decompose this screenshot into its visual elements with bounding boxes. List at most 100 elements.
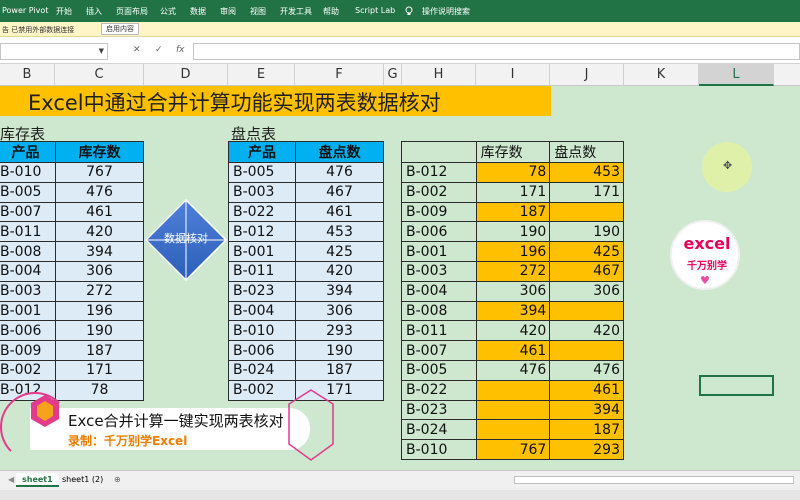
formula-input[interactable]	[193, 43, 800, 60]
merged-product-cell[interactable]: B-009	[401, 201, 477, 223]
merged-inventory-cell[interactable]: 767	[475, 439, 551, 460]
merged-count-cell[interactable]: 461	[549, 379, 624, 401]
stocktake-value-cell[interactable]: 467	[295, 181, 384, 203]
inventory-product-cell[interactable]: B-002	[0, 359, 56, 381]
inventory-product-cell[interactable]: B-001	[0, 300, 56, 322]
stocktake-product-cell[interactable]: B-005	[228, 162, 296, 183]
column-header-b[interactable]: B	[0, 64, 55, 86]
merged-count-cell[interactable]: 306	[549, 280, 624, 302]
column-header-d[interactable]: D	[144, 64, 228, 86]
merged-inventory-cell[interactable]: 272	[475, 260, 551, 282]
merged-inventory-cell[interactable]: 476	[475, 359, 551, 381]
merged-inventory-cell[interactable]: 394	[475, 300, 551, 322]
stocktake-value-cell[interactable]: 461	[295, 201, 384, 223]
merged-inventory-cell[interactable]: 190	[475, 221, 551, 243]
merged-inventory-cell[interactable]: 187	[475, 201, 551, 223]
sheet-tab-sheet1[interactable]: sheet1	[16, 473, 59, 487]
stocktake-value-cell[interactable]: 293	[295, 320, 384, 342]
stocktake-product-cell[interactable]: B-001	[228, 241, 296, 262]
inventory-value-cell[interactable]: 187	[55, 340, 144, 361]
merged-count-cell[interactable]	[549, 201, 624, 223]
stocktake-value-cell[interactable]: 453	[295, 221, 384, 243]
stocktake-value-cell[interactable]: 420	[295, 260, 384, 282]
merged-inventory-cell[interactable]: 196	[475, 241, 551, 262]
column-header-e[interactable]: E	[228, 64, 295, 86]
merged-count-cell[interactable]: 187	[549, 419, 624, 441]
name-box[interactable]: ▼	[0, 43, 108, 60]
merged-product-cell[interactable]: B-023	[401, 399, 477, 421]
merged-product-cell[interactable]: B-005	[401, 359, 477, 381]
confirm-icon[interactable]: ✓	[155, 45, 163, 55]
merged-product-cell[interactable]: B-002	[401, 181, 477, 203]
merged-product-cell[interactable]: B-024	[401, 419, 477, 441]
column-header-j[interactable]: J	[550, 64, 624, 86]
column-header-f[interactable]: F	[295, 64, 384, 86]
stocktake-value-cell[interactable]: 187	[295, 359, 384, 381]
merged-inventory-cell[interactable]: 306	[475, 280, 551, 302]
ribbon-tab-view[interactable]: 视图	[250, 6, 266, 17]
inventory-product-cell[interactable]: B-011	[0, 221, 56, 243]
merged-count-cell[interactable]	[549, 340, 624, 361]
merged-inventory-cell[interactable]: 461	[475, 340, 551, 361]
inventory-product-cell[interactable]: B-009	[0, 340, 56, 361]
merged-product-cell[interactable]: B-008	[401, 300, 477, 322]
stocktake-product-cell[interactable]: B-010	[228, 320, 296, 342]
merged-product-cell[interactable]: B-012	[401, 162, 477, 183]
ribbon-tab-script-lab[interactable]: Script Lab	[355, 6, 395, 15]
stocktake-value-cell[interactable]: 425	[295, 241, 384, 262]
horizontal-scrollbar[interactable]	[514, 476, 794, 484]
ribbon-tab-developer[interactable]: 开发工具	[280, 6, 312, 17]
stocktake-value-cell[interactable]: 394	[295, 280, 384, 302]
ribbon-tab-page-layout[interactable]: 页面布局	[116, 6, 148, 17]
column-header-l[interactable]: L	[699, 64, 774, 86]
merged-product-cell[interactable]: B-006	[401, 221, 477, 243]
merged-count-cell[interactable]: 453	[549, 162, 624, 183]
merged-product-cell[interactable]: B-003	[401, 260, 477, 282]
merged-count-cell[interactable]: 293	[549, 439, 624, 460]
ribbon-tab-review[interactable]: 审阅	[220, 6, 236, 17]
merged-inventory-cell[interactable]: 78	[475, 162, 551, 183]
merged-inventory-cell[interactable]	[475, 379, 551, 401]
inventory-value-cell[interactable]: 394	[55, 241, 144, 262]
inventory-value-cell[interactable]: 476	[55, 181, 144, 203]
ribbon-tab-help[interactable]: 帮助	[323, 6, 339, 17]
merged-count-cell[interactable]	[549, 300, 624, 322]
stocktake-product-cell[interactable]: B-012	[228, 221, 296, 243]
stocktake-product-cell[interactable]: B-023	[228, 280, 296, 302]
ribbon-tab-data[interactable]: 数据	[190, 6, 206, 17]
stocktake-product-cell[interactable]: B-011	[228, 260, 296, 282]
worksheet-grid[interactable]: Excel中通过合并计算功能实现两表数据核对 库存表 盘点表 产品 库存数 B-…	[0, 86, 800, 470]
merged-inventory-cell[interactable]: 420	[475, 320, 551, 342]
merged-inventory-cell[interactable]	[475, 419, 551, 441]
chevron-down-icon[interactable]: ▼	[99, 47, 104, 55]
merged-count-cell[interactable]: 467	[549, 260, 624, 282]
inventory-product-cell[interactable]: B-005	[0, 181, 56, 203]
cancel-icon[interactable]: ✕	[133, 45, 141, 55]
ribbon-tab-home[interactable]: 开始	[56, 6, 72, 17]
merged-product-cell[interactable]: B-010	[401, 439, 477, 460]
inventory-value-cell[interactable]: 767	[55, 162, 144, 183]
inventory-product-cell[interactable]: B-007	[0, 201, 56, 223]
inventory-product-cell[interactable]: B-010	[0, 162, 56, 183]
stocktake-product-cell[interactable]: B-006	[228, 340, 296, 361]
merged-inventory-cell[interactable]	[475, 399, 551, 421]
add-sheet-icon[interactable]: ⊕	[108, 473, 127, 487]
column-header-i[interactable]: I	[476, 64, 550, 86]
selected-cell-l[interactable]	[699, 375, 774, 396]
inventory-value-cell[interactable]: 190	[55, 320, 144, 342]
column-header-k[interactable]: K	[624, 64, 699, 86]
inventory-value-cell[interactable]: 272	[55, 280, 144, 302]
inventory-value-cell[interactable]: 171	[55, 359, 144, 381]
ribbon-tab-insert[interactable]: 插入	[86, 6, 102, 17]
merged-count-cell[interactable]: 171	[549, 181, 624, 203]
stocktake-value-cell[interactable]: 306	[295, 300, 384, 322]
ribbon-tab-power-pivot[interactable]: Power Pivot	[2, 6, 48, 15]
stocktake-value-cell[interactable]: 190	[295, 340, 384, 361]
merged-count-cell[interactable]: 476	[549, 359, 624, 381]
merged-product-cell[interactable]: B-001	[401, 241, 477, 262]
insert-function-icon[interactable]: fx	[176, 45, 185, 55]
inventory-value-cell[interactable]: 306	[55, 260, 144, 282]
merged-product-cell[interactable]: B-007	[401, 340, 477, 361]
sheet-tab-sheet1-2[interactable]: sheet1 (2)	[56, 473, 109, 487]
merged-inventory-cell[interactable]: 171	[475, 181, 551, 203]
